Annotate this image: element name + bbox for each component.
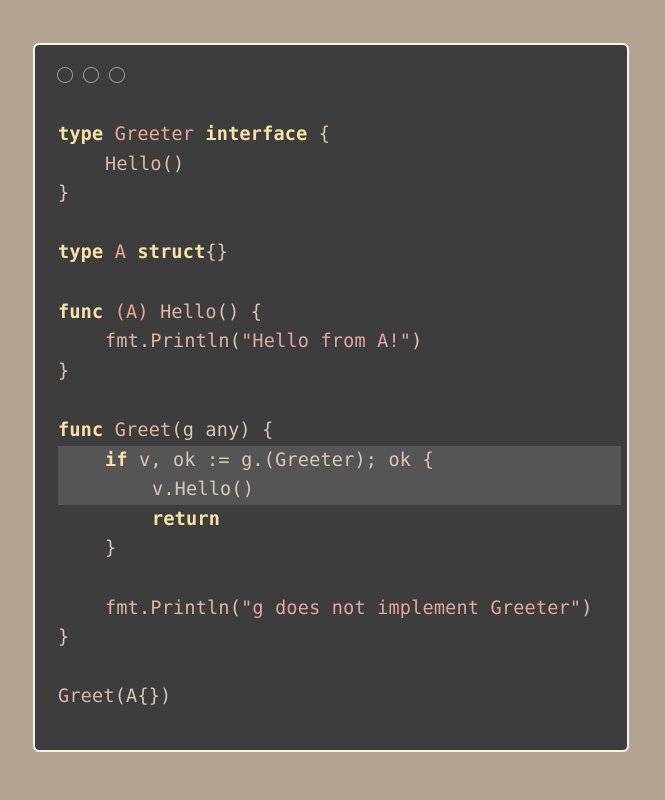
punct: . <box>139 331 151 353</box>
code-line-8: fmt.Println("Hello from A!") <box>58 327 621 357</box>
code-line-1: type Greeter interface { <box>58 120 621 150</box>
keyword: return <box>152 508 221 530</box>
code-block: type Greeter interface { Hello() } type … <box>58 120 621 712</box>
code-line-7: func (A) Hello() { <box>58 298 621 328</box>
expression: v, ok := g.(Greeter); ok { <box>127 449 434 471</box>
punct: . <box>139 597 151 619</box>
code-line-5: type A struct{} <box>58 238 621 268</box>
keyword: type <box>58 124 104 145</box>
func-name: Greet <box>114 419 172 441</box>
code-line-13-highlighted: v.Hello() <box>58 475 621 505</box>
punct: () { <box>216 301 263 323</box>
keyword: func <box>58 301 104 323</box>
code-line-11: func Greet(g any) { <box>58 416 621 446</box>
code-line-3: } <box>58 179 621 209</box>
string-literal: "Hello from A!" <box>241 331 412 353</box>
code-line-12-highlighted: if v, ok := g.(Greeter); ok { <box>58 445 621 476</box>
type-name: Greeter <box>114 124 195 145</box>
func-call: Greet <box>58 686 115 708</box>
punct: } <box>58 360 70 382</box>
punct: () <box>161 153 185 175</box>
code-line-9: } <box>58 357 621 387</box>
receiver: (A) <box>114 301 161 323</box>
code-line-15: } <box>58 534 621 564</box>
punct: } <box>58 627 70 649</box>
punct: { <box>307 124 331 145</box>
keyword: struct <box>137 242 206 264</box>
punct: ( <box>229 597 242 619</box>
code-line-14: return <box>58 505 621 535</box>
type-name: A <box>114 242 127 264</box>
circle-button-1-icon[interactable] <box>57 67 73 83</box>
string-literal: "g does not implement Greeter" <box>241 597 582 619</box>
expression: v.Hello() <box>152 479 255 501</box>
circle-button-2-icon[interactable] <box>83 67 99 83</box>
keyword: interface <box>205 124 308 145</box>
code-line-17: fmt.Println("g does not implement Greete… <box>58 594 621 624</box>
window-controls <box>57 67 125 83</box>
code-line-18: } <box>58 623 621 653</box>
code-line-2: Hello() <box>58 150 621 180</box>
punct: ) <box>411 331 423 353</box>
punct: ( <box>229 331 242 353</box>
params: (g any) { <box>171 419 274 441</box>
code-window: type Greeter interface { Hello() } type … <box>33 43 629 752</box>
punct: {} <box>205 242 229 264</box>
func-call: Println <box>150 331 230 353</box>
punct: ) <box>581 597 593 619</box>
punct: } <box>58 183 70 205</box>
package-name: fmt <box>105 331 140 353</box>
func-name: Hello <box>160 301 217 323</box>
circle-button-3-icon[interactable] <box>109 67 125 83</box>
package-name: fmt <box>105 597 140 619</box>
code-line-20: Greet(A{}) <box>58 682 621 712</box>
keyword: func <box>58 419 104 441</box>
method-name: Hello <box>105 153 162 175</box>
punct: } <box>105 538 117 560</box>
func-call: Println <box>150 597 230 619</box>
keyword: if <box>105 449 128 471</box>
keyword: type <box>58 242 104 264</box>
args: (A{}) <box>114 686 172 708</box>
